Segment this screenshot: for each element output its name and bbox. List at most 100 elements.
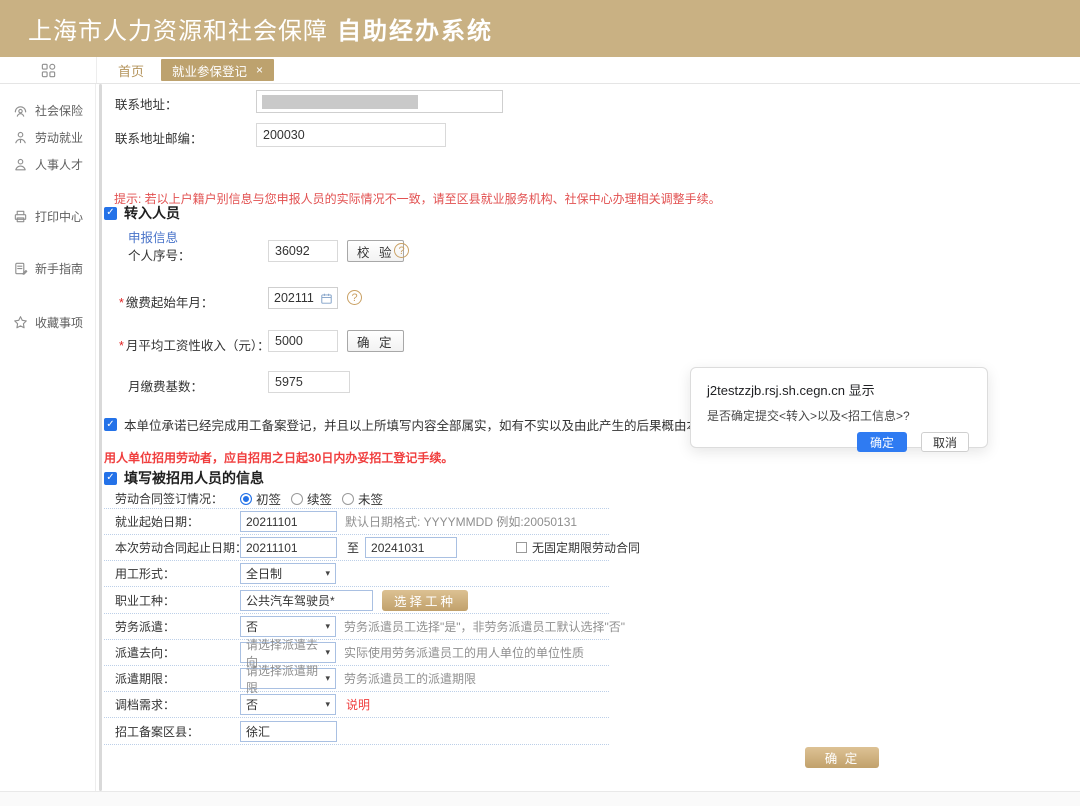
dialog-cancel-button[interactable]: 取消 [920,432,969,452]
chevron-down-icon: ▾ [325,699,330,709]
commitment-row: ✓ 本单位承诺已经完成用工备案登记，并且以上所填写内容全部属实，如有不实以及由此… [104,415,749,434]
income-input[interactable] [268,330,338,352]
tab-bar: 首页 就业参保登记 × [0,57,1080,84]
contract-from-input[interactable] [240,537,337,558]
sidebar-item-beginner-guide[interactable]: 新手指南 [0,255,95,282]
chevron-down-icon: ▾ [325,621,330,631]
dialog-buttons: 确定 取消 [707,432,971,452]
radio-option-first-sign[interactable]: 初签 [240,489,281,508]
occupation-input[interactable] [240,589,373,611]
page: 上海市人力资源和社会保障 自助经办系统 首页 就业参保登记 × 社会保险 劳动就业… [0,0,1080,806]
work-form-label: 用工形式： [115,567,176,581]
submit-confirm-button[interactable]: 确 定 [805,747,879,768]
guide-icon [15,262,28,275]
sidebar-item-print-center[interactable]: 打印中心 [0,203,95,230]
commitment-checkbox[interactable]: ✓ [104,418,117,431]
contract-range-label: 本次劳动合同起止日期： [115,541,248,555]
choose-occupation-button[interactable]: 选择工种 [382,589,469,611]
person-no-help-icon[interactable]: ? [394,243,409,258]
contract-sign-row: 劳动合同签订情况： 初签 续签 未签 [104,489,609,509]
contact-address-input[interactable] [256,90,503,113]
dispatch-term-label: 派遣期限： [115,672,176,686]
district-input[interactable] [240,720,337,742]
app-title-sub: 自助经办系统 [337,18,493,45]
radio-label: 未签 [358,493,384,507]
dialog-message: 是否确定提交<转入>以及<招工信息>? [707,409,910,423]
sidebar-item-label: 劳动就业 [35,131,84,145]
pay-start-input[interactable]: 202111 [268,287,338,309]
work-form-select[interactable]: 全日制 ▾ [240,563,336,584]
required-mark: * [119,296,124,310]
dispatch-hint: 劳务派遣员工选择"是"，非劳务派遣员工默认选择"否" [344,620,626,634]
dispatch-select[interactable]: 否 ▾ [240,616,336,637]
dispatch-dest-select[interactable]: 请选择派遣去向 ▾ [240,638,336,669]
radio-label: 初签 [256,493,282,507]
pay-start-value: 202111 [274,291,314,305]
chevron-down-icon: ▾ [325,647,330,657]
income-label: * 月平均工资性收入（元）： [119,335,270,354]
chevron-down-icon: ▾ [325,568,330,578]
open-ended-contract-label: 无固定期限劳动合同 [532,541,641,555]
contract-sign-label: 劳动合同签订情况： [115,492,224,506]
employ-date-label: 就业起始日期： [115,515,200,529]
social-insurance-icon [14,106,27,117]
employ-date-hint: 默认日期格式: YYYYMMDD 例如:20050131 [345,515,578,529]
file-need-select[interactable]: 否 ▾ [240,694,336,715]
pay-start-label: * 缴费起始年月： [119,292,213,311]
person-no-label: 个人序号： [128,249,191,263]
declare-info-link[interactable]: 申报信息 [128,227,178,246]
personnel-talent-icon [15,158,26,171]
calendar-icon[interactable] [321,293,332,304]
tab-home[interactable]: 首页 [118,61,144,80]
sidebar-item-label: 收藏事项 [35,316,84,330]
radio-off-icon[interactable] [342,492,355,505]
zip-label: 联系地址邮编： [115,132,203,146]
income-label-text: 月平均工资性收入（元）： [125,339,270,353]
radio-off-icon[interactable] [291,492,304,505]
open-ended-contract-option[interactable]: 无固定期限劳动合同 [516,539,640,556]
required-mark: * [119,339,124,353]
pay-base-input[interactable] [268,371,350,393]
hire-section-header: ✓ 填写被招用人员的信息 [104,468,264,488]
check-icon: ✓ [106,418,115,430]
pay-start-help-icon[interactable]: ? [347,290,362,305]
unchecked-checkbox[interactable] [516,542,528,553]
sidebar-item-label: 社会保险 [35,104,84,118]
radio-option-renew-sign[interactable]: 续签 [291,489,332,508]
check-icon: ✓ [106,207,115,218]
apps-menu-button[interactable] [0,57,97,83]
contract-range-row: 本次劳动合同起止日期： 至 无固定期限劳动合同 [104,535,640,561]
tab-close-icon[interactable]: × [256,64,263,76]
radio-on-icon[interactable] [240,492,252,505]
hire-warning-text: 用人单位招用劳动者，应自招用之日起30日内办妥招工登记手续。 [104,451,454,465]
income-confirm-button[interactable]: 确 定 [347,330,405,352]
sidebar-item-favorites[interactable]: 收藏事项 [0,309,95,336]
work-form-row: 用工形式： 全日制 ▾ [104,561,609,587]
file-need-explain-link[interactable]: 说明 [346,696,370,713]
content-scrollbar[interactable] [99,84,102,791]
dispatch-term-select[interactable]: 请选择派遣期限 ▾ [240,664,336,695]
dispatch-label: 劳务派遣： [115,620,176,634]
question-glyph: ? [351,291,358,304]
employ-date-input[interactable] [240,511,337,532]
dialog-ok-button[interactable]: 确定 [856,432,907,452]
question-glyph: ? [398,244,405,257]
sidebar-item-label: 人事人才 [35,158,84,172]
contract-to-input[interactable] [365,537,458,558]
file-need-value: 否 [246,698,259,712]
transfer-checkbox[interactable]: ✓ [104,206,117,220]
sidebar-item-social-insurance[interactable]: 社会保险 [0,97,95,124]
person-no-input[interactable] [268,240,338,262]
sidebar-item-personnel-talent[interactable]: 人事人才 [0,151,95,178]
hire-section-title: 填写被招用人员的信息 [124,470,264,486]
zip-input[interactable] [256,123,446,147]
employ-date-row: 就业起始日期： 默认日期格式: YYYYMMDD 例如:20050131 [104,509,609,535]
hire-checkbox[interactable]: ✓ [104,471,117,485]
dispatch-dest-hint: 实际使用劳务派遣员工的用人单位的单位性质 [344,646,585,660]
tab-employment-registration[interactable]: 就业参保登记 × [161,59,275,81]
sidebar-item-labor-employment[interactable]: 劳动就业 [0,124,95,151]
sidebar-item-label: 新手指南 [35,262,84,276]
range-to-word: 至 [347,541,360,555]
apps-grid-icon [41,63,55,77]
radio-option-no-sign[interactable]: 未签 [342,489,383,508]
